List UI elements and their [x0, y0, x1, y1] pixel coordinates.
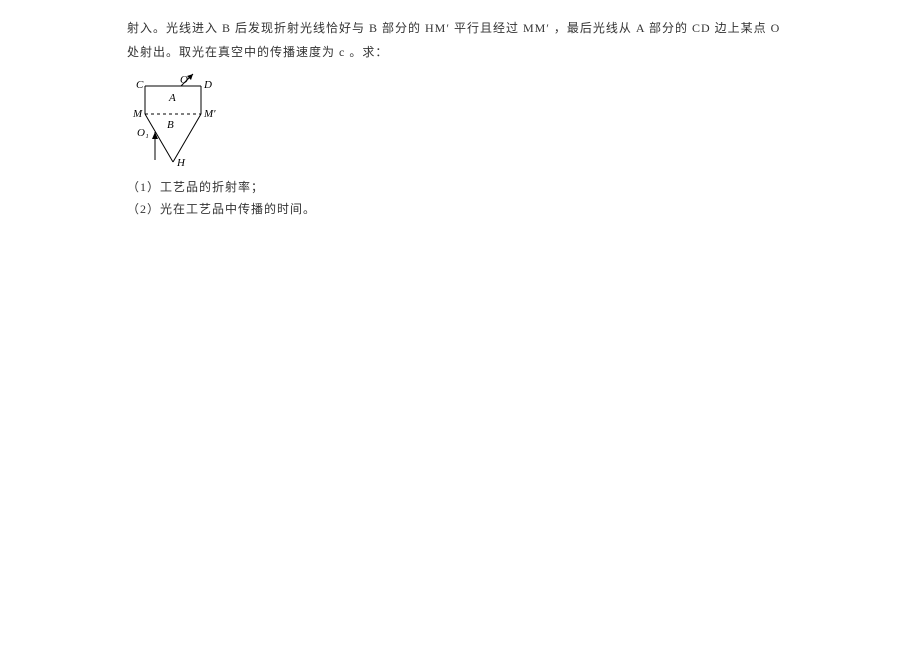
label-O1: O₁	[137, 127, 149, 139]
label-B: B	[167, 119, 174, 131]
label-A: A	[168, 92, 176, 104]
problem-content: 射入。光线进入 B 后发现折射光线恰好与 B 部分的 HM′ 平行且经过 MM′…	[0, 0, 727, 220]
paragraph-line-2: 处射出。取光在真空中的传播速度为 c 。求：	[127, 40, 727, 64]
label-H: H	[176, 157, 186, 169]
label-C: C	[136, 79, 144, 91]
label-D: D	[203, 79, 212, 91]
label-M: M	[132, 108, 143, 120]
question-2: （2）光在工艺品中传播的时间。	[127, 198, 727, 220]
label-Mp: M′	[203, 108, 216, 120]
question-1: （1）工艺品的折射率；	[127, 176, 727, 198]
paragraph-line-1: 射入。光线进入 B 后发现折射光线恰好与 B 部分的 HM′ 平行且经过 MM′…	[127, 16, 727, 40]
label-O: O	[180, 74, 188, 86]
geometry-figure: C O D A M M′ B O₁ H	[125, 72, 727, 172]
